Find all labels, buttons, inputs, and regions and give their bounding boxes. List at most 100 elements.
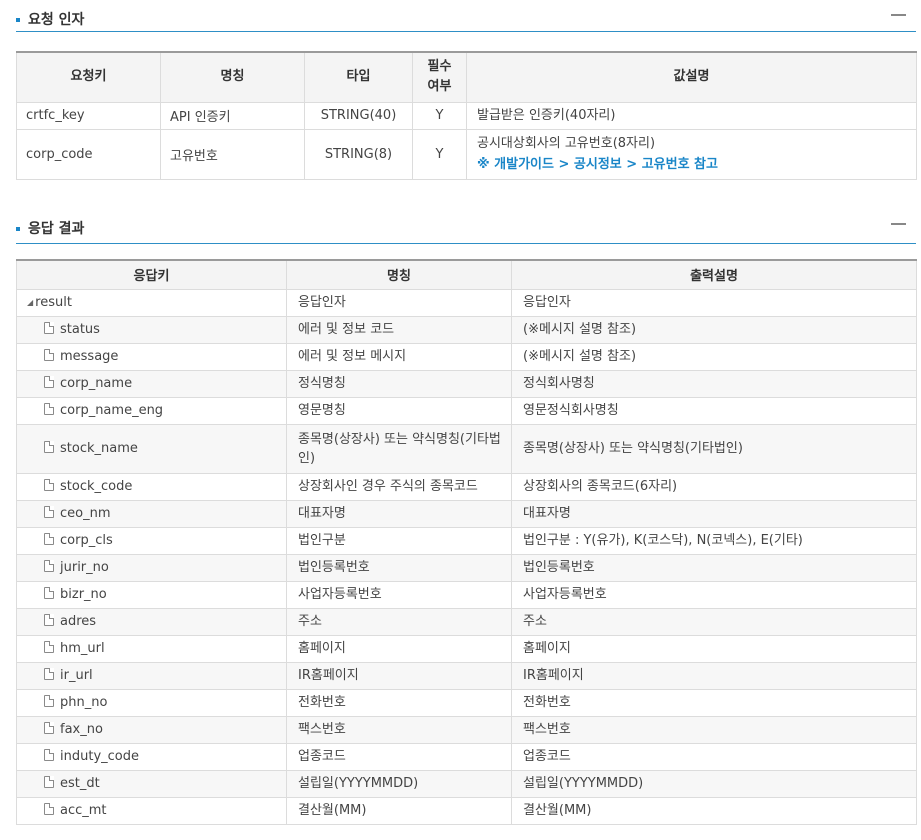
response-name: 법인등록번호 — [286, 553, 512, 582]
table-row: stock_code 상장회사인 경우 주식의 종목코드 상장회사의 종목코드(6자… — [16, 472, 917, 501]
response-key-cell: status — [16, 315, 287, 344]
response-name: 에러 및 정보 메시지 — [286, 342, 512, 371]
response-key-cell: stock_code — [16, 472, 287, 501]
document-icon — [44, 506, 54, 518]
response-key-cell: acc_mt — [16, 796, 287, 825]
param-type: STRING(8) — [304, 128, 413, 180]
document-icon — [44, 587, 54, 599]
response-name: 설립일(YYYYMMDD) — [286, 769, 512, 798]
response-key-cell: corp_name_eng — [16, 396, 287, 425]
document-icon — [44, 641, 54, 653]
request-collapse-button[interactable] — [886, 8, 912, 24]
response-name: 법인구분 — [286, 526, 512, 555]
response-desc: 대표자명 — [511, 499, 917, 528]
response-key: status — [60, 322, 100, 337]
response-section-header: 응답 결과 — [16, 217, 916, 244]
response-key: acc_mt — [60, 803, 107, 818]
request-section-header: 요청 인자 — [16, 8, 916, 32]
response-desc: 업종코드 — [511, 742, 917, 771]
response-name: 업종코드 — [286, 742, 512, 771]
param-key: crtfc_key — [16, 101, 161, 130]
response-key: message — [60, 349, 119, 364]
response-name: 전화번호 — [286, 688, 512, 717]
table-header-row: 요청키 명칭 타입 필수 여부 값설명 — [16, 51, 917, 103]
request-params-table: 요청키 명칭 타입 필수 여부 값설명 crtfc_key API 인증키 STRI… — [16, 51, 917, 180]
table-row: jurir_no 법인등록번호 법인등록번호 — [16, 553, 917, 582]
response-key-cell: bizr_no — [16, 580, 287, 609]
response-name: 팩스번호 — [286, 715, 512, 744]
param-name: 고유번호 — [160, 128, 305, 180]
response-key: corp_cls — [60, 533, 113, 548]
response-name: 정식명칭 — [286, 369, 512, 398]
guide-link[interactable]: ※ 개발가이드 > 공시정보 > 고유번호 참고 — [477, 157, 718, 172]
response-desc: 법인등록번호 — [511, 553, 917, 582]
col-header-type: 타입 — [304, 51, 413, 103]
response-key-cell: hm_url — [16, 634, 287, 663]
table-row: induty_code 업종코드 업종코드 — [16, 742, 917, 771]
response-name: 홈페이지 — [286, 634, 512, 663]
response-desc: 팩스번호 — [511, 715, 917, 744]
table-row: hm_url 홈페이지 홈페이지 — [16, 634, 917, 663]
col-header-desc: 값설명 — [466, 51, 917, 103]
triangle-down-icon[interactable]: ◢ — [27, 293, 33, 312]
response-desc: (※메시지 설명 참조) — [511, 315, 917, 344]
param-desc-cell: 발급받은 인증키(40자리) — [466, 101, 917, 130]
response-name: 결산월(MM) — [286, 796, 512, 825]
response-name: 사업자등록번호 — [286, 580, 512, 609]
response-desc: 응답인자 — [511, 288, 917, 317]
response-key: result — [35, 295, 72, 310]
minus-icon — [891, 223, 906, 225]
document-icon — [44, 776, 54, 788]
response-desc: 정식회사명칭 — [511, 369, 917, 398]
response-name: 응답인자 — [286, 288, 512, 317]
table-header-row: 응답키 명칭 출력설명 — [16, 259, 917, 290]
response-key-cell: message — [16, 342, 287, 371]
param-desc: 공시대상회사의 고유번호(8자리) — [477, 136, 656, 151]
response-key: bizr_no — [60, 587, 107, 602]
response-key-cell: est_dt — [16, 769, 287, 798]
table-row: message 에러 및 정보 메시지 (※메시지 설명 참조) — [16, 342, 917, 371]
table-row: ceo_nm 대표자명 대표자명 — [16, 499, 917, 528]
table-row: corp_code 고유번호 STRING(8) Y 공시대상회사의 고유번호(8자리)… — [16, 128, 917, 180]
response-desc: 전화번호 — [511, 688, 917, 717]
table-row: stock_name 종목명(상장사) 또는 약식명칭(기타법인) 종목명(상장사)… — [16, 423, 917, 474]
param-desc: 발급받은 인증키(40자리) — [477, 108, 616, 123]
response-name: 상장회사인 경우 주식의 종목코드 — [286, 472, 512, 501]
table-row: corp_cls 법인구분 법인구분 : Y(유가), K(코스닥), N(코넥스)… — [16, 526, 917, 555]
response-collapse-button[interactable] — [886, 217, 912, 233]
response-key-cell: corp_cls — [16, 526, 287, 555]
response-desc: 사업자등록번호 — [511, 580, 917, 609]
response-key-cell: adres — [16, 607, 287, 636]
table-row: acc_mt 결산월(MM) 결산월(MM) — [16, 796, 917, 825]
request-section-title: 요청 인자 — [28, 12, 85, 28]
document-icon — [44, 614, 54, 626]
table-row-root: ◢ result 응답인자 응답인자 — [16, 288, 917, 317]
response-key: corp_name_eng — [60, 403, 164, 418]
response-key: est_dt — [60, 776, 100, 791]
response-key: fax_no — [60, 722, 103, 737]
document-icon — [44, 322, 54, 334]
document-icon — [44, 560, 54, 572]
response-desc: 영문정식회사명칭 — [511, 396, 917, 425]
response-name: 종목명(상장사) 또는 약식명칭(기타법인) — [286, 423, 512, 474]
response-key-cell: ceo_nm — [16, 499, 287, 528]
response-key: adres — [60, 614, 97, 629]
response-desc: 결산월(MM) — [511, 796, 917, 825]
col-header-required: 필수 여부 — [412, 51, 467, 103]
response-section-title: 응답 결과 — [28, 221, 85, 237]
response-key: stock_name — [60, 441, 138, 456]
response-desc: IR홈페이지 — [511, 661, 917, 690]
response-key: phn_no — [60, 695, 108, 710]
table-row: status 에러 및 정보 코드 (※메시지 설명 참조) — [16, 315, 917, 344]
document-icon — [44, 441, 54, 453]
document-icon — [44, 349, 54, 361]
response-key: induty_code — [60, 749, 139, 764]
document-icon — [44, 722, 54, 734]
response-key-cell: fax_no — [16, 715, 287, 744]
table-row: adres 주소 주소 — [16, 607, 917, 636]
response-name: 에러 및 정보 코드 — [286, 315, 512, 344]
param-required: Y — [412, 101, 467, 130]
response-desc: 주소 — [511, 607, 917, 636]
response-key-cell: jurir_no — [16, 553, 287, 582]
col-header-output-desc: 출력설명 — [511, 259, 917, 290]
